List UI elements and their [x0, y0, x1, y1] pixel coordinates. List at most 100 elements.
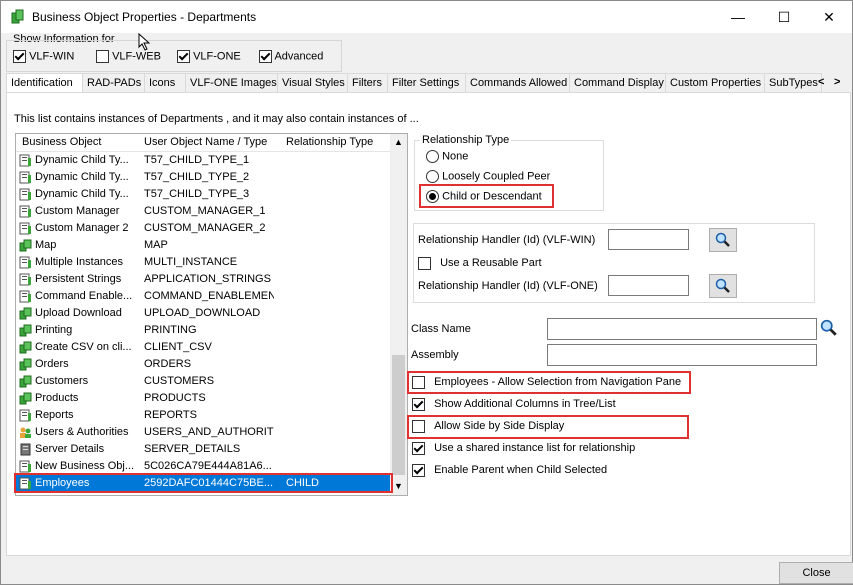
table-row[interactable]: Customers CUSTOMERS	[16, 373, 390, 390]
tab-subtypes[interactable]: SubTypes	[764, 73, 822, 93]
cell-user-object: T57_CHILD_TYPE_1	[144, 154, 250, 166]
cell-user-object: CLIENT_CSV	[144, 341, 212, 353]
tab-scroll-left-icon[interactable]: <	[818, 76, 824, 88]
tab-icons[interactable]: Icons	[144, 73, 187, 93]
cell-business-object: Orders	[35, 358, 69, 370]
table-row[interactable]: Upload Download UPLOAD_DOWNLOAD	[16, 305, 390, 322]
list-scrollbar[interactable]: ▲ ▼	[390, 134, 407, 495]
tab-filters[interactable]: Filters	[347, 73, 389, 93]
check-show-columns[interactable]: Show Additional Columns in Tree/List	[412, 398, 616, 411]
header-user-object-name[interactable]: User Object Name / Type	[144, 136, 267, 148]
cell-user-object: ORDERS	[144, 358, 192, 370]
option-label: VLF-ONE	[193, 50, 241, 63]
title-bar: Business Object Properties - Departments…	[1, 1, 852, 33]
checkbox-reusable-part[interactable]	[418, 257, 431, 270]
tab-custom-properties[interactable]: Custom Properties	[665, 73, 766, 93]
show-info-group: VLF-WIN VLF-WEB VLF-ONE Advanced	[6, 40, 342, 72]
table-row[interactable]: Dynamic Child Ty... T57_CHILD_TYPE_3	[16, 186, 390, 203]
table-row[interactable]: Multiple Instances MULTI_INSTANCE	[16, 254, 390, 271]
cell-user-object: CUSTOM_MANAGER_2	[144, 222, 266, 234]
handler-one-lookup-button[interactable]	[709, 274, 737, 298]
cell-business-object: Server Details	[35, 443, 105, 455]
highlight-allow-selection	[407, 371, 691, 394]
option-advanced[interactable]: Advanced	[259, 50, 323, 63]
maximize-button[interactable]: ☐	[761, 1, 807, 33]
handler-win-label: Relationship Handler (Id) (VLF-WIN)	[418, 234, 596, 246]
table-row[interactable]: Server Details SERVER_DETAILS	[16, 441, 390, 458]
checkbox-vlf-win[interactable]	[13, 50, 26, 63]
scroll-up-icon[interactable]: ▲	[394, 137, 403, 147]
tab-commands-allowed[interactable]: Commands Allowed	[465, 73, 571, 93]
cell-business-object: Dynamic Child Ty...	[35, 188, 129, 200]
table-row[interactable]: Custom Manager CUSTOM_MANAGER_1	[16, 203, 390, 220]
business-object-icon	[19, 256, 31, 269]
tab-identification[interactable]: Identification	[6, 73, 84, 93]
table-row[interactable]: Printing PRINTING	[16, 322, 390, 339]
reusable-part-option[interactable]: Use a Reusable Part	[418, 257, 542, 270]
tab-vlf-one-images[interactable]: VLF-ONE Images	[185, 73, 279, 93]
option-vlf-web[interactable]: VLF-WEB	[96, 50, 161, 63]
business-object-list[interactable]: Business Object User Object Name / Type …	[15, 133, 408, 496]
table-row[interactable]: Reports REPORTS	[16, 407, 390, 424]
checkbox-show-columns[interactable]	[412, 398, 425, 411]
assembly-label: Assembly	[411, 349, 459, 361]
checkbox-vlf-web[interactable]	[96, 50, 109, 63]
table-row[interactable]: Command Enable... COMMAND_ENABLEMENT	[16, 288, 390, 305]
option-vlf-one[interactable]: VLF-ONE	[177, 50, 241, 63]
business-object-icon	[19, 222, 31, 235]
radio-label: Loosely Coupled Peer	[442, 170, 551, 183]
table-row[interactable]: Custom Manager 2 CUSTOM_MANAGER_2	[16, 220, 390, 237]
class-name-lookup-button[interactable]	[819, 319, 839, 340]
dialog-window: Business Object Properties - Departments…	[0, 0, 853, 585]
scroll-thumb[interactable]	[392, 355, 405, 475]
checkbox-advanced[interactable]	[259, 50, 272, 63]
handler-one-label: Relationship Handler (Id) (VLF-ONE)	[418, 280, 598, 292]
close-button[interactable]: Close	[779, 562, 853, 584]
cell-user-object: UPLOAD_DOWNLOAD	[144, 307, 261, 319]
close-window-button[interactable]: ✕	[806, 1, 852, 33]
tab-command-display[interactable]: Command Display	[569, 73, 667, 93]
table-row[interactable]: Dynamic Child Ty... T57_CHILD_TYPE_2	[16, 169, 390, 186]
radio-loosely-coupled-button[interactable]	[426, 170, 439, 183]
check-shared-instance[interactable]: Use a shared instance list for relations…	[412, 442, 635, 455]
handler-one-input[interactable]	[608, 275, 689, 296]
business-object-icon	[19, 460, 31, 473]
class-name-input[interactable]	[547, 318, 817, 340]
cell-business-object: Upload Download	[35, 307, 122, 319]
radio-loosely-coupled[interactable]: Loosely Coupled Peer	[426, 170, 550, 183]
handler-win-lookup-button[interactable]	[709, 228, 737, 252]
checkbox-vlf-one[interactable]	[177, 50, 190, 63]
assembly-input[interactable]	[547, 344, 817, 366]
tab-scroll-right-icon[interactable]: >	[834, 76, 840, 88]
table-row[interactable]: Orders ORDERS	[16, 356, 390, 373]
radio-none-button[interactable]	[426, 150, 439, 163]
cell-user-object: T57_CHILD_TYPE_2	[144, 171, 250, 183]
tab-rad-pads[interactable]: RAD-PADs	[82, 73, 146, 93]
check-enable-parent[interactable]: Enable Parent when Child Selected	[412, 464, 607, 477]
radio-none[interactable]: None	[426, 150, 468, 163]
header-business-object[interactable]: Business Object	[22, 136, 101, 148]
table-row[interactable]: Dynamic Child Ty... T57_CHILD_TYPE_1	[16, 152, 390, 169]
table-row[interactable]: Map MAP	[16, 237, 390, 254]
cell-business-object: Custom Manager 2	[35, 222, 129, 234]
cell-business-object: Create CSV on cli...	[35, 341, 132, 353]
checkbox-enable-parent[interactable]	[412, 464, 425, 477]
table-row[interactable]: Users & Authorities USERS_AND_AUTHORITY	[16, 424, 390, 441]
tab-visual-styles[interactable]: Visual Styles	[277, 73, 349, 93]
business-object-icon	[19, 324, 32, 337]
handler-win-input[interactable]	[608, 229, 689, 250]
cell-business-object: Map	[35, 239, 57, 251]
table-row[interactable]: Create CSV on cli... CLIENT_CSV	[16, 339, 390, 356]
list-header: Business Object User Object Name / Type …	[16, 134, 390, 152]
table-row[interactable]: Products PRODUCTS	[16, 390, 390, 407]
cell-business-object: Customers	[35, 375, 89, 387]
checkbox-shared-instance[interactable]	[412, 442, 425, 455]
table-row[interactable]: Persistent Strings APPLICATION_STRINGS	[16, 271, 390, 288]
minimize-button[interactable]: —	[715, 1, 761, 33]
header-relationship-type[interactable]: Relationship Type	[286, 136, 373, 148]
relationship-type-legend: Relationship Type	[420, 134, 512, 146]
option-vlf-win[interactable]: VLF-WIN	[13, 50, 74, 63]
tab-filter-settings[interactable]: Filter Settings	[387, 73, 467, 93]
check-label: Use a shared instance list for relations…	[434, 442, 636, 455]
scroll-down-icon[interactable]: ▼	[394, 481, 403, 491]
